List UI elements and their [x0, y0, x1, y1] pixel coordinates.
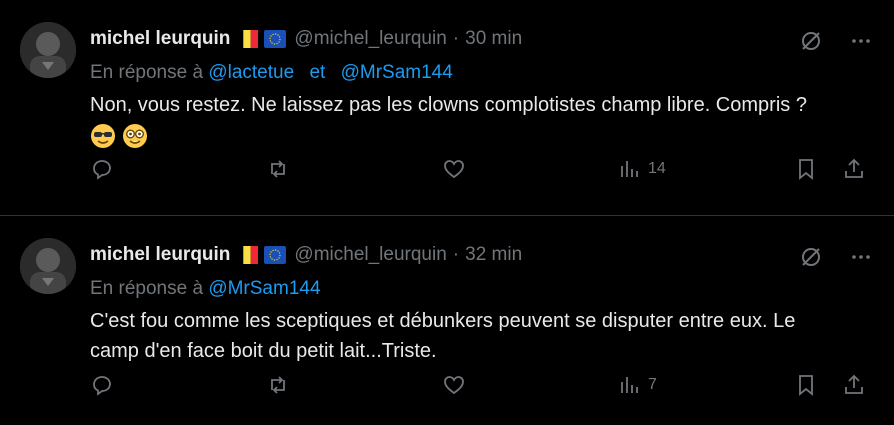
avatar[interactable] — [20, 238, 76, 294]
avatar[interactable] — [20, 22, 76, 78]
separator-dot: · — [452, 28, 460, 49]
reply-context: En réponse à @MrSam144 — [90, 274, 874, 304]
action-bar: 7 — [90, 370, 868, 400]
more-icon[interactable] — [848, 28, 874, 54]
more-icon[interactable] — [848, 244, 874, 270]
grok-icon[interactable] — [798, 244, 824, 270]
tweet-text-body: C'est fou comme les sceptiques et débunk… — [90, 310, 796, 362]
mention-mrsam144[interactable]: @MrSam144 — [341, 62, 453, 83]
like-button[interactable] — [442, 370, 466, 400]
bookmark-icon — [799, 159, 813, 180]
share-button[interactable] — [842, 154, 866, 184]
action-bar: 14 — [90, 154, 868, 184]
like-icon — [444, 160, 464, 179]
views-count: 7 — [648, 376, 657, 393]
views-button[interactable]: 14 — [618, 154, 666, 184]
views-count: 14 — [648, 160, 666, 177]
reply-join: et — [309, 62, 326, 83]
tweet-text: C'est fou comme les sceptiques et débunk… — [90, 306, 830, 366]
retweet-icon — [271, 376, 285, 394]
reply-button[interactable] — [90, 154, 114, 184]
like-button[interactable] — [442, 154, 466, 184]
like-icon — [444, 376, 464, 395]
eu-flag-icon — [264, 30, 287, 48]
views-icon — [621, 377, 638, 393]
mention-lactetue[interactable]: @lactetue — [208, 62, 294, 83]
retweet-button[interactable] — [266, 154, 290, 184]
bookmark-icon — [799, 375, 813, 396]
tweet-2[interactable]: michel leurquin @michel_leurquin · 32 mi… — [0, 216, 894, 425]
author-name[interactable]: michel leurquin — [90, 244, 230, 266]
reply-button[interactable] — [90, 370, 114, 400]
nerd-face-icon — [122, 123, 147, 148]
grok-icon[interactable] — [798, 28, 824, 54]
views-icon — [621, 161, 638, 177]
views-button[interactable]: 7 — [618, 370, 657, 400]
reply-prefix: En réponse à — [90, 278, 204, 299]
retweet-button[interactable] — [266, 370, 290, 400]
author-handle[interactable]: @michel_leurquin — [294, 28, 446, 50]
timestamp[interactable]: 30 min — [465, 28, 522, 50]
tweet-1[interactable]: michel leurquin @michel_leurquin · 30 mi… — [0, 0, 894, 216]
tweet-text: Non, vous restez. Ne laissez pas les clo… — [90, 90, 830, 150]
author-name[interactable]: michel leurquin — [90, 28, 230, 50]
belgium-flag-icon — [236, 246, 259, 264]
share-button[interactable] — [842, 370, 866, 400]
share-icon — [845, 158, 863, 178]
bookmark-button[interactable] — [794, 154, 818, 184]
bookmark-button[interactable] — [794, 370, 818, 400]
author-handle[interactable]: @michel_leurquin — [294, 244, 446, 266]
reply-context: En réponse à @lactetue et @MrSam144 — [90, 58, 874, 88]
retweet-icon — [271, 160, 285, 178]
tweet-text-body: Non, vous restez. Ne laissez pas les clo… — [90, 94, 807, 116]
eu-flag-icon — [264, 246, 287, 264]
separator-dot: · — [452, 244, 460, 265]
reply-icon — [93, 376, 111, 396]
share-icon — [845, 374, 863, 394]
belgium-flag-icon — [236, 30, 259, 48]
smiling-face-with-sunglasses-icon — [91, 123, 115, 148]
mention-mrsam144[interactable]: @MrSam144 — [208, 278, 320, 299]
timestamp[interactable]: 32 min — [465, 244, 522, 266]
reply-prefix: En réponse à — [90, 62, 204, 83]
reply-icon — [93, 160, 111, 180]
